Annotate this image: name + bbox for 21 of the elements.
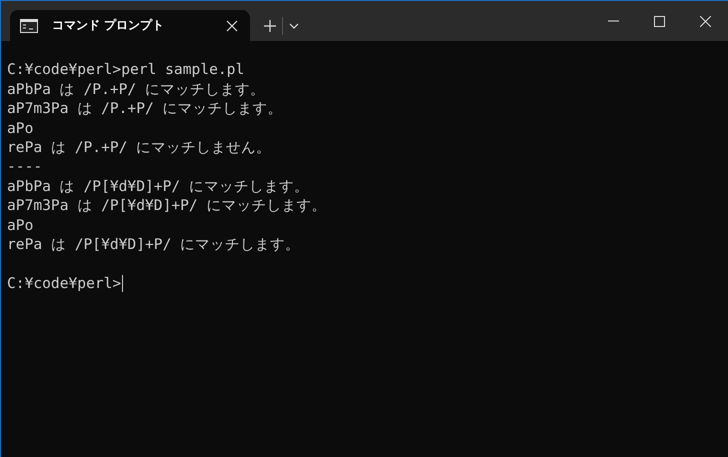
text-cursor	[122, 274, 124, 292]
terminal-icon	[20, 18, 38, 32]
tab[interactable]: コマンド プロンプト	[10, 10, 250, 41]
close-icon[interactable]	[700, 16, 710, 26]
output-line: aPbPa は /P[¥d¥D]+P/ にマッチします。	[7, 176, 309, 196]
minimize-icon[interactable]	[608, 20, 618, 22]
tab-title: コマンド プロンプト	[52, 17, 166, 34]
output-line: C:¥code¥perl>perl sample.pl	[7, 60, 244, 80]
dropdown-icon[interactable]	[289, 22, 299, 28]
output-line: rePa は /P[¥d¥D]+P/ にマッチします。	[7, 234, 300, 254]
new-tab-icon[interactable]	[264, 20, 276, 32]
maximize-icon[interactable]	[654, 16, 664, 26]
output-line: aPbPa は /P.+P/ にマッチします。	[7, 80, 266, 100]
command-prompt: C:¥code¥perl>	[7, 274, 122, 294]
output-line: aP7m3Pa は /P[¥d¥D]+P/ にマッチします。	[7, 196, 327, 216]
output-line: aPo	[7, 118, 34, 138]
output-line: rePa は /P.+P/ にマッチしません。	[7, 138, 272, 158]
output-line: ----	[7, 157, 42, 177]
output-line: aPo	[7, 216, 34, 235]
close-icon[interactable]	[226, 20, 238, 32]
output-line: aP7m3Pa は /P.+P/ にマッチします。	[7, 99, 283, 119]
